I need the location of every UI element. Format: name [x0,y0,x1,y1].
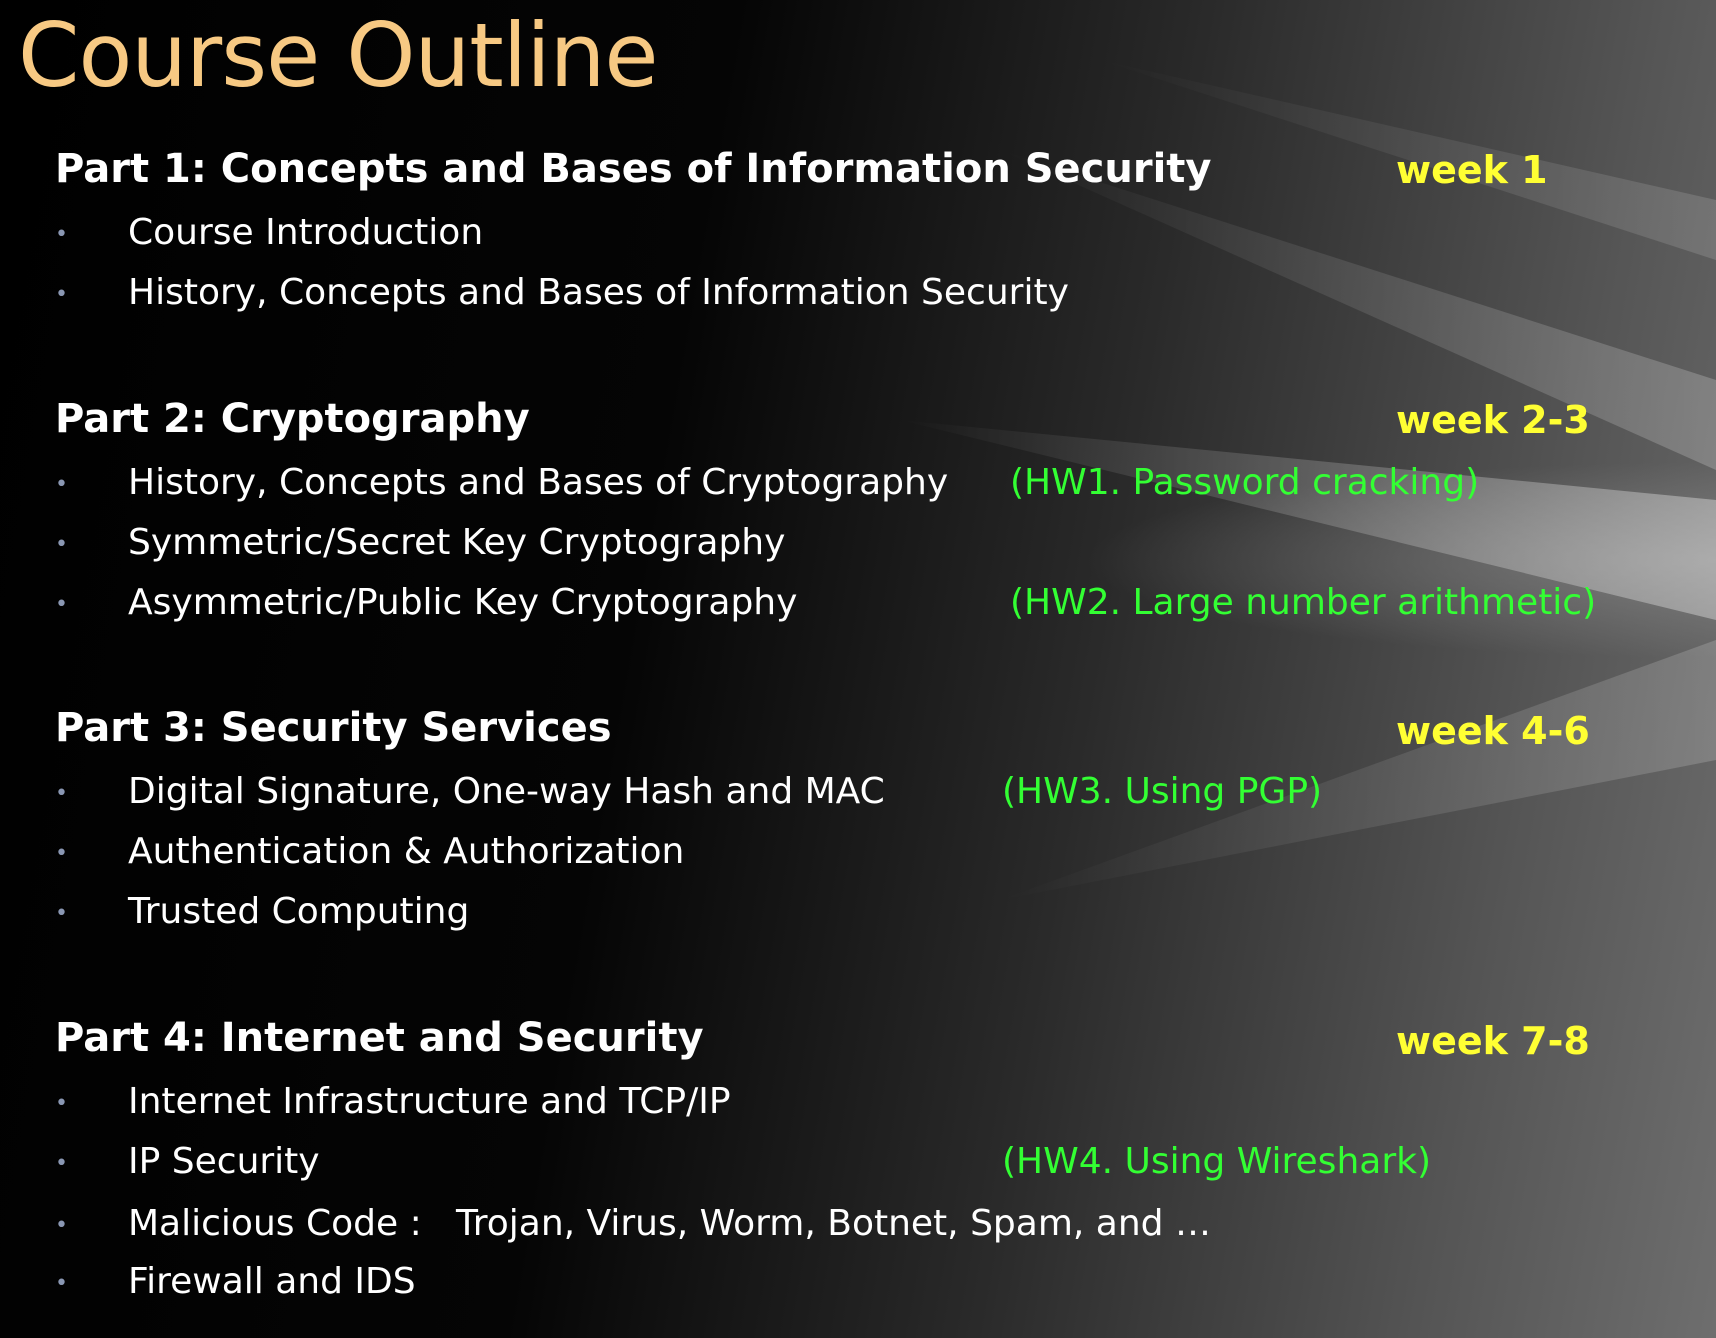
part-4-item-3: Malicious Code : Trojan, Virus, Worm, Bo… [128,1203,1211,1244]
part-2-item-1: History, Concepts and Bases of Cryptogra… [128,462,949,503]
part-3-item-1: Digital Signature, One-way Hash and MAC [128,771,885,812]
part-4-item-2: IP Security [128,1141,320,1182]
part-2-heading: Part 2: Cryptography [55,396,530,442]
part-3-item-2: Authentication & Authorization [128,831,685,872]
bullet-icon: • [55,841,68,866]
bullet-icon: • [55,532,68,557]
part-3-week: week 4-6 [1396,709,1590,753]
part-1-week: week 1 [1396,148,1548,192]
bullet-icon: • [55,1151,68,1176]
part-4-heading: Part 4: Internet and Security [55,1015,704,1061]
part-3-heading: Part 3: Security Services [55,705,612,751]
part-4-week: week 7-8 [1396,1019,1590,1063]
bullet-icon: • [55,222,68,247]
bullet-icon: • [55,781,68,806]
part-2-item-2: Symmetric/Secret Key Cryptography [128,522,786,563]
bullet-icon: • [55,1213,68,1238]
part-1-heading: Part 1: Concepts and Bases of Informatio… [55,146,1212,192]
bullet-icon: • [55,592,68,617]
part-2-item-3-homework: (HW2. Large number arithmetic) [1010,582,1597,623]
part-2-week: week 2-3 [1396,398,1590,442]
part-2-item-3: Asymmetric/Public Key Cryptography [128,582,798,623]
part-4-item-1: Internet Infrastructure and TCP/IP [128,1081,731,1122]
part-1-item-1: Course Introduction [128,212,484,253]
part-4-item-2-homework: (HW4. Using Wireshark) [1002,1141,1432,1182]
bullet-icon: • [55,1091,68,1116]
part-4-item-4: Firewall and IDS [128,1261,416,1302]
part-1-item-2: History, Concepts and Bases of Informati… [128,272,1069,313]
slide-title: Course Outline [18,4,659,107]
bullet-icon: • [55,1271,68,1296]
bullet-icon: • [55,901,68,926]
bullet-icon: • [55,282,68,307]
part-3-item-1-homework: (HW3. Using PGP) [1002,771,1323,812]
part-2-item-1-homework: (HW1. Password cracking) [1010,462,1480,503]
bullet-icon: • [55,472,68,497]
background-light-streaks [900,60,1716,900]
part-3-item-3: Trusted Computing [128,891,470,932]
